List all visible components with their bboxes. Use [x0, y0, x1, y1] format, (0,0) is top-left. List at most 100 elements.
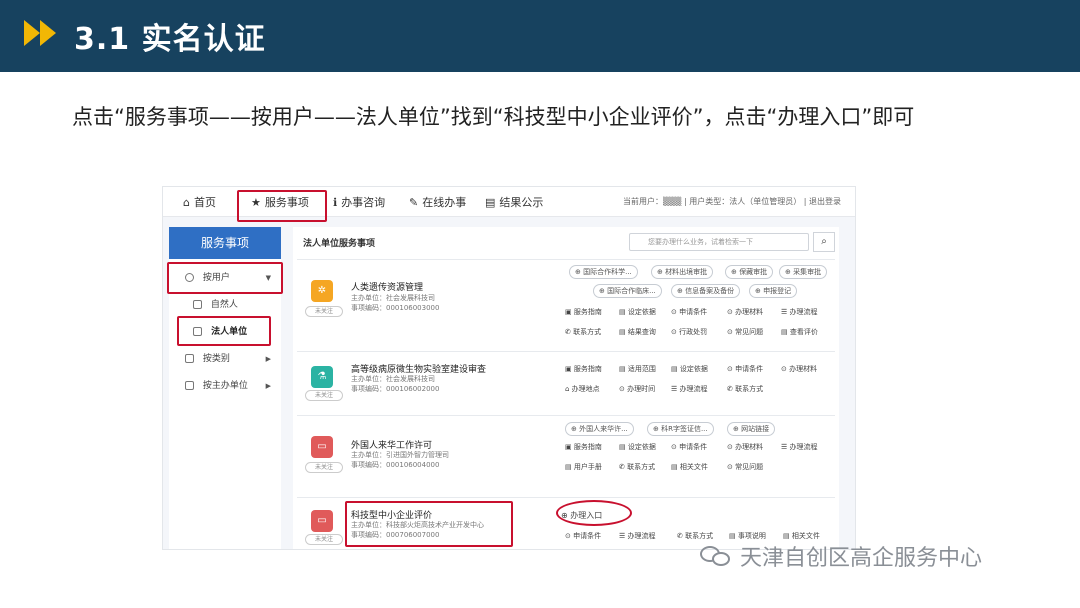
service-link[interactable]: ▤ 用户手册 — [565, 462, 602, 472]
service-link[interactable]: ▤ 相关文件 — [671, 462, 708, 472]
service-link[interactable]: ☰ 办理流程 — [619, 531, 656, 541]
service-unit: 主办单位：社会发展科技司 — [351, 375, 435, 383]
service-link[interactable]: ▤ 查看评价 — [781, 327, 818, 337]
service-link[interactable]: ⊙ 行政处罚 — [671, 327, 707, 337]
search-input[interactable]: 您要办理什么业务，试着检索一下 — [629, 233, 809, 251]
service-code: 事项编码：000106002000 — [351, 385, 440, 393]
building-icon — [185, 381, 194, 390]
follow-button[interactable]: 未关注 — [305, 534, 343, 545]
service-pill[interactable]: ⊕ 材料出境审批 — [651, 265, 714, 279]
slide-header: 3.1 实名认证 — [0, 0, 1080, 72]
service-link[interactable]: ⊙ 常见问题 — [727, 462, 763, 472]
service-link[interactable]: ⌂ 办理地点 — [565, 384, 600, 394]
service-pill[interactable]: ⊕ 信息备案及备份 — [671, 284, 741, 298]
watermark: 天津自创区高企服务中心 — [700, 540, 982, 572]
main-title: 法人单位服务事项 — [303, 239, 376, 249]
service-link[interactable]: ⊙ 常见问题 — [727, 327, 763, 337]
service-pill[interactable]: ⊕ 国际合作临床... — [593, 284, 662, 298]
user-info: 当前用户：▒▒▒ | 用户类型：法人（单位管理员） | 退出登录 — [622, 197, 841, 206]
sidebar-item-by-category[interactable]: 按类别 ▶ — [169, 346, 281, 373]
service-link[interactable]: ▤ 适用范围 — [619, 364, 656, 374]
service-link[interactable]: ▣ 服务指南 — [565, 364, 602, 374]
service-link[interactable]: ✆ 联系方式 — [619, 462, 655, 472]
pen-icon: ✎ — [409, 195, 419, 209]
search-button[interactable]: ⌕ — [813, 232, 835, 252]
service-link[interactable]: ⊙ 申请条件 — [671, 442, 707, 452]
highlight-sme-evaluation — [345, 501, 513, 547]
service-link[interactable]: ⊙ 申请条件 — [671, 307, 707, 317]
service-code: 事项编码：000106003000 — [351, 304, 440, 312]
service-row: ▭ 未关注 外国人来华工作许可 主办单位：引进国外智力管理司 事项编码：0001… — [297, 415, 835, 495]
id-card-icon: ▭ — [311, 436, 333, 458]
service-link[interactable]: ▤ 结果查询 — [619, 327, 656, 337]
sidebar-item-by-org[interactable]: 按主办单位 ▶ — [169, 373, 281, 400]
slide-title: 3.1 实名认证 — [74, 22, 266, 57]
chevron-icon — [24, 20, 40, 46]
grid-icon — [185, 354, 194, 363]
service-link[interactable]: ⊙ 申请条件 — [565, 531, 601, 541]
highlight-legal-entity — [177, 316, 271, 346]
chevron-right-icon: ▶ — [265, 382, 271, 390]
follow-button[interactable]: 未关注 — [305, 462, 343, 473]
service-link[interactable]: ⊙ 办理时间 — [619, 384, 655, 394]
highlight-by-user — [167, 262, 283, 294]
nav-results[interactable]: ▤ 结果公示 — [485, 194, 543, 210]
service-pill[interactable]: ⊕ 采集审批 — [779, 265, 828, 279]
flask-icon: ⚗ — [311, 366, 333, 388]
service-link[interactable]: ⊙ 办理材料 — [781, 364, 817, 374]
service-pill[interactable]: ⊕ 科R字签证信... — [647, 422, 714, 436]
service-unit: 主办单位：社会发展科技司 — [351, 294, 435, 302]
enterprise-icon: ▭ — [311, 510, 333, 532]
follow-button[interactable]: 未关注 — [305, 390, 343, 401]
sidebar-item-label: 按主办单位 — [202, 381, 248, 391]
follow-button[interactable]: 未关注 — [305, 306, 343, 317]
chevron-right-icon: ▶ — [265, 355, 271, 363]
service-pill[interactable]: ⊕ 申报登记 — [749, 284, 798, 298]
service-pill[interactable]: ⊕ 国际合作科学... — [569, 265, 638, 279]
highlight-apply-entry — [556, 500, 632, 526]
nav-results-label: 结果公示 — [499, 196, 544, 209]
service-code: 事项编码：000106004000 — [351, 461, 440, 469]
service-unit: 主办单位：引进国外智力管理司 — [351, 451, 449, 459]
chevron-icon — [40, 20, 56, 46]
service-link[interactable]: ✆ 联系方式 — [727, 384, 763, 394]
wechat-icon — [700, 544, 732, 568]
nav-online-label: 在线办事 — [422, 196, 467, 209]
watermark-text: 天津自创区高企服务中心 — [740, 546, 983, 571]
service-link[interactable]: ☰ 办理流程 — [781, 307, 818, 317]
service-link[interactable]: ▤ 设定依据 — [619, 442, 656, 452]
nav-consult[interactable]: ℹ 办事咨询 — [333, 194, 385, 210]
list-icon — [193, 300, 202, 309]
service-pill[interactable]: ⊕ 保藏审批 — [725, 265, 774, 279]
service-link[interactable]: ⊙ 办理材料 — [727, 307, 763, 317]
home-icon: ⌂ — [183, 195, 190, 209]
sidebar-item-label: 自然人 — [210, 300, 238, 310]
dna-icon: ✲ — [311, 280, 333, 302]
highlight-nav-services — [237, 190, 327, 222]
document-icon: ▤ — [485, 195, 496, 209]
service-row: ⚗ 未关注 高等级病原微生物实验室建设审查 主办单位：社会发展科技司 事项编码：… — [297, 351, 835, 413]
sidebar-item-natural-person[interactable]: 自然人 — [169, 292, 281, 319]
info-icon: ℹ — [333, 195, 338, 209]
service-pill[interactable]: ⊕ 网站链接 — [727, 422, 776, 436]
nav-consult-label: 办事咨询 — [341, 196, 386, 209]
search-icon: ⌕ — [821, 236, 827, 247]
service-link[interactable]: ⊙ 办理材料 — [727, 442, 763, 452]
sidebar-item-label: 按类别 — [202, 354, 230, 364]
service-link[interactable]: ▣ 服务指南 — [565, 442, 602, 452]
service-name[interactable]: 人类遗传资源管理 — [351, 280, 423, 293]
service-link[interactable]: ▤ 设定依据 — [619, 307, 656, 317]
service-link[interactable]: ☰ 办理流程 — [781, 442, 818, 452]
service-pill[interactable]: ⊕ 外国人来华许... — [565, 422, 634, 436]
nav-home[interactable]: ⌂ 首页 — [183, 194, 216, 210]
service-link[interactable]: ▣ 服务指南 — [565, 307, 602, 317]
service-link[interactable]: ▤ 设定依据 — [671, 364, 708, 374]
instruction-text: 点击“服务事项——按用户——法人单位”找到“科技型中小企业评价”，点击“办理入口… — [72, 105, 915, 129]
sidebar-header: 服务事项 — [169, 227, 281, 259]
nav-online[interactable]: ✎ 在线办事 — [409, 194, 466, 210]
nav-home-label: 首页 — [193, 196, 216, 209]
service-link[interactable]: ☰ 办理流程 — [671, 384, 708, 394]
service-link[interactable]: ✆ 联系方式 — [565, 327, 601, 337]
service-row: ✲ 未关注 人类遗传资源管理 主办单位：社会发展科技司 事项编码：0001060… — [297, 259, 835, 349]
service-link[interactable]: ⊙ 申请条件 — [727, 364, 763, 374]
